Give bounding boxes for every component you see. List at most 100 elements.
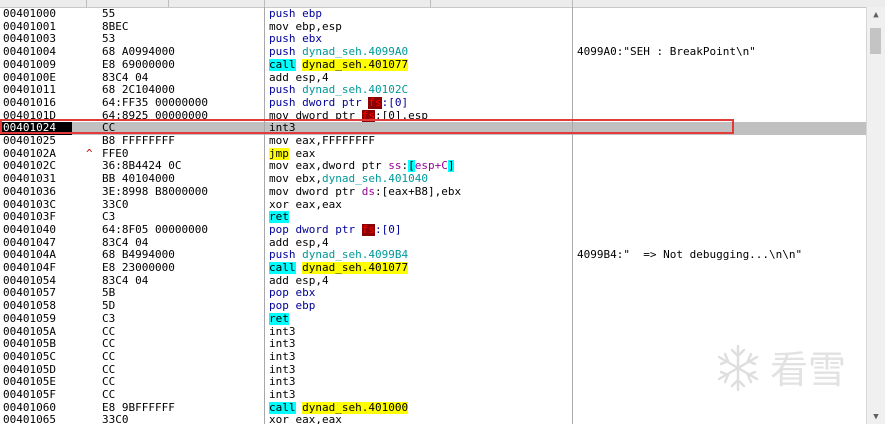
comment-cell	[577, 262, 865, 275]
address-cell: 00401047	[3, 236, 56, 249]
disasm-row[interactable]: 0040105A CC int3	[0, 326, 866, 339]
column-divider-bytes-instr	[264, 7, 265, 424]
instruction-token: dynad_seh.401077	[302, 58, 409, 71]
bytes-cell: FFE0	[102, 147, 129, 160]
instruction-cell: add esp,4	[269, 237, 569, 250]
disasm-row[interactable]: 00401040 64:8F05 00000000 pop dword ptr fs…	[0, 223, 866, 237]
instruction-token: fs	[361, 223, 375, 236]
instruction-cell: call dynad_seh.401077	[269, 262, 569, 275]
bytes-cell: 68 2C104000	[102, 84, 175, 97]
disasm-row[interactable]: 00401016 64:FF35 00000000 push dword ptr f…	[0, 96, 866, 110]
bytes-cell: CC	[102, 338, 116, 351]
disasm-row[interactable]: 00401011 68 2C104000 push dynad_seh.40102C	[0, 84, 866, 97]
instruction-token: int3	[269, 122, 296, 135]
snowflake-icon	[717, 344, 759, 392]
address-cell: 0040101D	[3, 109, 56, 122]
instruction-token: push ebp	[269, 8, 322, 20]
disasm-row[interactable]: 00401054 83C4 04 add esp,4	[0, 275, 866, 288]
instruction-token: dynad_seh.40102C	[302, 84, 409, 97]
instruction-token: esp+C	[414, 160, 448, 173]
instruction-token: add esp,4	[269, 274, 329, 287]
toolbar-divider	[168, 0, 169, 7]
instruction-token: :[0],esp	[374, 109, 428, 122]
comment-cell	[577, 326, 865, 339]
bytes-cell: CC	[102, 122, 116, 135]
instruction-token: xor eax,eax	[269, 414, 342, 424]
chevron-down-icon[interactable]: ▼	[867, 410, 885, 424]
comment-cell	[577, 84, 865, 97]
disasm-row[interactable]: 0040104A 68 B4994000 push dynad_seh.4099B4…	[0, 249, 866, 262]
instruction-cell: mov eax,dword ptr ss:[esp+C]	[269, 160, 569, 173]
instruction-token: add esp,4	[269, 71, 329, 84]
disasm-row[interactable]: 00401036 3E:8998 B8000000 mov dword ptr ds…	[0, 186, 866, 199]
instruction-cell: add esp,4	[269, 275, 569, 288]
disasm-row[interactable]: 00401001 8BEC mov ebp,esp	[0, 21, 866, 34]
instruction-token: fs	[368, 96, 382, 109]
vertical-scrollbar[interactable]: ▲ ▼	[866, 7, 885, 424]
instruction-token: dynad_seh.401077	[302, 262, 409, 274]
disasm-row[interactable]: 0040101D 64:8925 00000000 mov dword ptr fs…	[0, 109, 866, 123]
disasm-row[interactable]: 0040104F E8 23000000 call dynad_seh.401077	[0, 262, 866, 275]
disasm-row[interactable]: 00401060 E8 9BFFFFFF call dynad_seh.401000	[0, 401, 866, 415]
disasm-row[interactable]: 0040103F C3 ret	[0, 211, 866, 224]
bytes-cell: 64:8F05 00000000	[102, 223, 208, 236]
bytes-cell: 83C4 04	[102, 71, 149, 84]
instruction-token: eax	[288, 147, 316, 160]
instruction-token: dynad_seh.401040	[321, 173, 428, 186]
instruction-token: :[0]	[374, 223, 402, 236]
comment-cell	[577, 275, 865, 288]
disasm-row[interactable]: 00401000 55 push ebp	[0, 8, 866, 21]
disasm-row[interactable]: 00401025 B8 FFFFFFFF mov eax,FFFFFFFF	[0, 135, 866, 148]
comment-cell	[577, 300, 865, 313]
instruction-token: mov dword ptr	[269, 109, 362, 122]
disasm-row[interactable]: 00401047 83C4 04 add esp,4	[0, 237, 866, 250]
address-cell: 00401058	[3, 300, 56, 313]
instruction-token: ss	[388, 160, 402, 173]
disasm-row[interactable]: 00401058 5D pop ebp	[0, 300, 866, 313]
instruction-token: push dword ptr	[269, 96, 369, 109]
selected-row[interactable]: 00401024 CC int3	[0, 122, 866, 135]
address-cell: 0040105E	[3, 376, 56, 389]
disasm-row[interactable]: 0040102A ^ FFE0 jmp eax	[0, 147, 866, 161]
disasm-row[interactable]: 00401031 BB 40104000 mov ebx,dynad_seh.401…	[0, 173, 866, 186]
address-cell: 00401065	[3, 414, 56, 424]
comment-cell	[577, 148, 865, 161]
instruction-token: pop ebp	[269, 300, 316, 313]
instruction-token: int3	[269, 325, 296, 338]
disasm-row[interactable]: 00401057 5B pop ebx	[0, 287, 866, 300]
disasm-row[interactable]: 00401004 68 A0994000 push dynad_seh.4099A0…	[0, 46, 866, 59]
address-cell: 00401001	[3, 20, 56, 33]
instruction-cell: int3	[269, 326, 569, 339]
disasm-row[interactable]: 0040103C 33C0 xor eax,eax	[0, 199, 866, 212]
instruction-token: push	[269, 84, 303, 97]
disasm-row[interactable]: 0040100E 83C4 04 add esp,4	[0, 72, 866, 85]
bytes-cell: 5D	[102, 300, 116, 313]
comment-cell	[577, 97, 865, 110]
disasm-row[interactable]: 00401059 C3 ret	[0, 312, 866, 326]
watermark-logo: 看雪	[717, 344, 846, 392]
bytes-cell: 64:8925 00000000	[102, 109, 208, 122]
instruction-token: dynad_seh.401000	[302, 401, 409, 414]
instruction-token: pop dword ptr	[269, 223, 362, 236]
instruction-cell: pop ebp	[269, 300, 569, 313]
scroll-thumb[interactable]	[870, 28, 881, 54]
instruction-token: int3	[269, 363, 296, 376]
bytes-cell: 5B	[102, 287, 116, 300]
disasm-row[interactable]: 00401065 33C0 xor eax,eax	[0, 414, 866, 424]
comment-cell	[577, 414, 865, 424]
toolbar-divider	[572, 0, 573, 7]
address-cell: 00401009	[3, 58, 56, 71]
bytes-cell: E8 69000000	[102, 58, 175, 71]
chevron-up-icon[interactable]: ▲	[867, 7, 885, 24]
address-cell: 00401036	[3, 185, 56, 198]
instruction-cell: mov dword ptr ds:[eax+B8],ebx	[269, 186, 569, 199]
instruction-cell: call dynad_seh.401077	[269, 58, 569, 72]
instruction-token: int3	[269, 350, 296, 363]
disasm-row[interactable]: 00401009 E8 69000000 call dynad_seh.401077	[0, 58, 866, 72]
comment-cell	[577, 186, 865, 199]
disasm-row[interactable]: 0040102C 36:8B4424 0C mov eax,dword ptr ss…	[0, 160, 866, 173]
address-cell: 00401040	[3, 223, 56, 236]
address-cell: 0040105F	[3, 389, 56, 401]
instruction-token: xor eax,eax	[269, 198, 342, 211]
disasm-row[interactable]: 00401003 53 push ebx	[0, 33, 866, 46]
